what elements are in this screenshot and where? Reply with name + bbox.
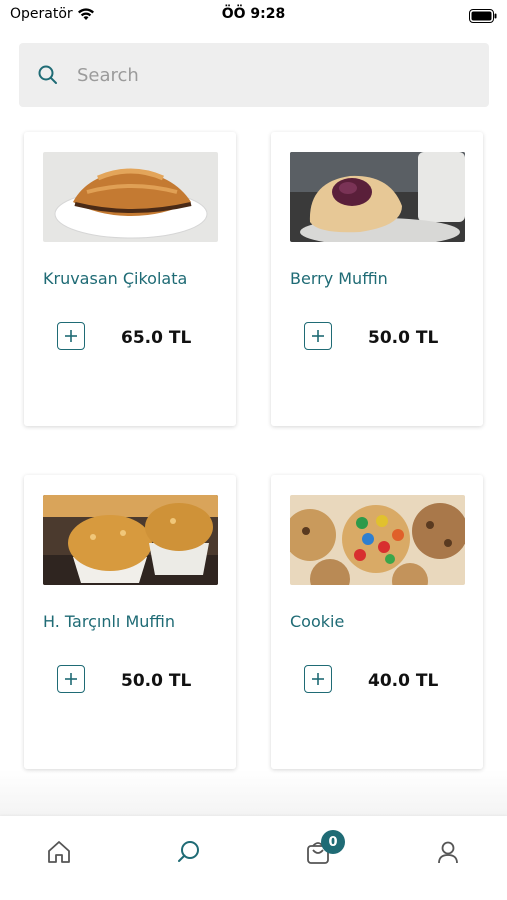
product-name: Cookie xyxy=(290,612,345,631)
product-name: H. Tarçınlı Muffin xyxy=(43,612,175,631)
product-price: 65.0 TL xyxy=(121,328,192,348)
product-card[interactable]: Berry Muffin 50.0 TL xyxy=(271,132,483,426)
nav-search-button[interactable] xyxy=(175,838,205,868)
plus-icon xyxy=(312,673,324,685)
product-card[interactable]: Cookie 40.0 TL xyxy=(271,475,483,769)
cookie-image[interactable] xyxy=(290,495,465,585)
cinnamon-muffin-image[interactable] xyxy=(43,495,218,585)
product-price: 40.0 TL xyxy=(368,671,439,691)
plus-icon xyxy=(312,330,324,342)
search-icon xyxy=(38,65,58,89)
add-to-cart-button[interactable] xyxy=(57,322,85,350)
status-bar: Operatör ÖÖ 9:28 xyxy=(0,0,507,30)
product-name: Kruvasan Çikolata xyxy=(43,269,188,288)
search-bar[interactable] xyxy=(19,43,489,107)
croissant-image[interactable] xyxy=(43,152,218,242)
product-card[interactable]: H. Tarçınlı Muffin 50.0 TL xyxy=(24,475,236,769)
profile-icon xyxy=(438,841,458,864)
product-price: 50.0 TL xyxy=(121,671,192,691)
nav-profile-button[interactable] xyxy=(434,838,464,868)
search-input[interactable] xyxy=(77,61,457,89)
battery-icon xyxy=(469,8,497,27)
scroll-fade xyxy=(0,770,507,818)
product-price: 50.0 TL xyxy=(368,328,439,348)
cart-count-badge: 0 xyxy=(321,830,345,854)
clock: ÖÖ 9:28 xyxy=(221,6,286,22)
home-icon xyxy=(48,841,70,863)
berry-muffin-image[interactable] xyxy=(290,152,465,242)
add-to-cart-button[interactable] xyxy=(304,665,332,693)
plus-icon xyxy=(65,330,77,342)
nav-home-button[interactable] xyxy=(45,838,75,868)
plus-icon xyxy=(65,673,77,685)
search-icon xyxy=(178,841,199,862)
add-to-cart-button[interactable] xyxy=(57,665,85,693)
add-to-cart-button[interactable] xyxy=(304,322,332,350)
product-card[interactable]: Kruvasan Çikolata 65.0 TL xyxy=(24,132,236,426)
bottom-navigation xyxy=(0,816,507,900)
product-name: Berry Muffin xyxy=(290,269,388,288)
